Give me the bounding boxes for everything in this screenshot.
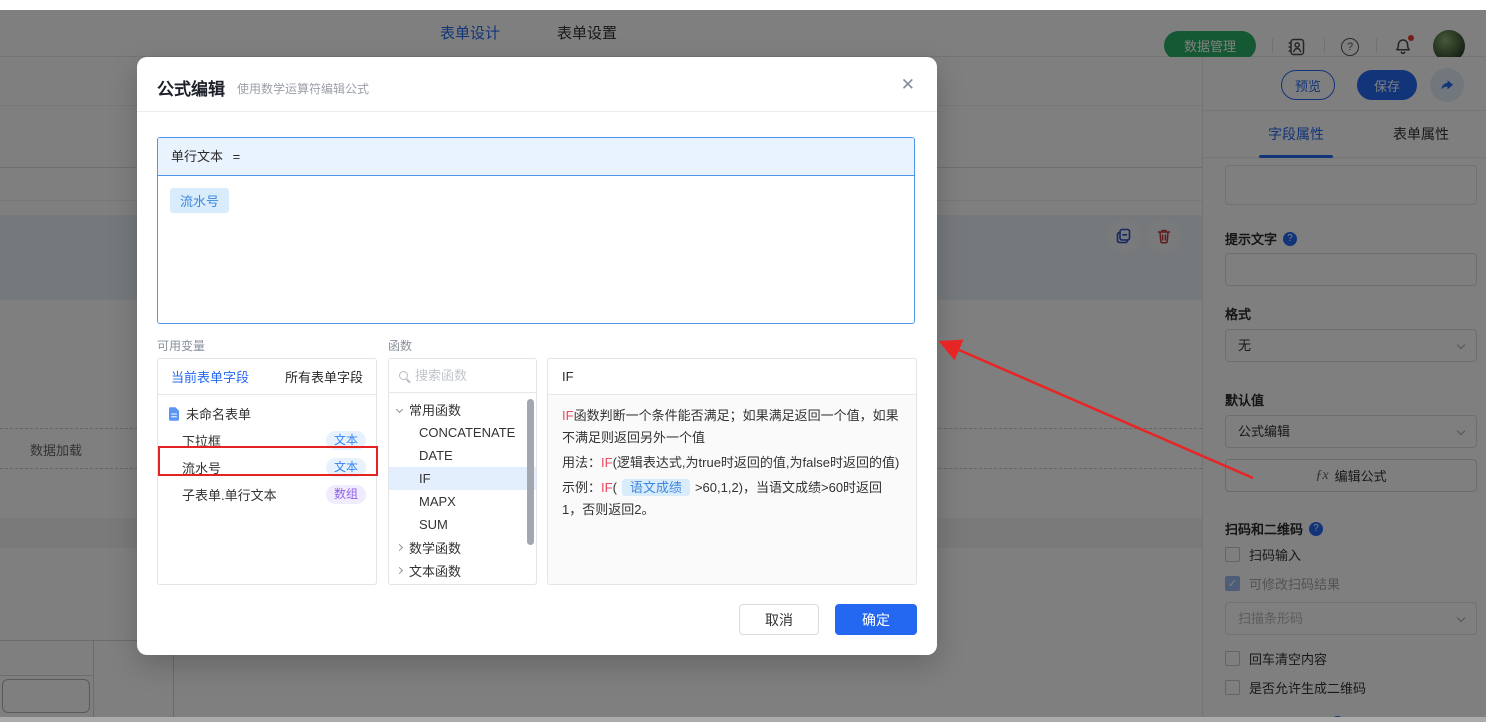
field-token: 语文成绩 [622,479,690,496]
document-icon [168,407,180,421]
caret-down-icon [396,406,403,413]
formula-token[interactable]: 流水号 [170,188,229,213]
search-icon [399,371,408,380]
variable-field-subform-text[interactable]: 子表单.单行文本 数组 [158,481,376,508]
functions-panel-label: 函数 [388,337,412,354]
type-badge: 文本 [326,458,366,477]
type-badge: 文本 [326,431,366,450]
variable-field-dropdown[interactable]: 下拉框 文本 [158,427,376,454]
variables-panel: 当前表单字段 所有表单字段 未命名表单 下拉框 文本 流水号 文本 子表单 [157,358,377,585]
function-detail-name: IF [548,359,916,395]
scrollbar-thumb[interactable] [527,399,534,545]
functions-panel: 常用函数 CONCATENATE DATE IF MAPX SUM 数学函数 文… [388,358,537,585]
formula-target-row: 单行文本 = [158,138,914,176]
tree-node-form[interactable]: 未命名表单 [158,400,376,427]
app-root: 表单设计 表单设置 数据管理 ? [0,0,1486,722]
function-group-math[interactable]: 数学函数 [389,536,536,559]
close-icon[interactable]: ✕ [901,76,915,93]
modal-title: 公式编辑 [157,75,225,100]
modal-subtitle: 使用数学运算符编辑公式 [237,80,369,97]
formula-editor-box[interactable]: 单行文本 = 流水号 [157,137,915,324]
confirm-button[interactable]: 确定 [835,604,917,635]
formula-editor-modal: 公式编辑 使用数学运算符编辑公式 ✕ 单行文本 = 流水号 可用变量 函数 当前… [137,57,937,655]
function-item-concatenate[interactable]: CONCATENATE [389,421,536,444]
function-item-if[interactable]: IF [389,467,536,490]
function-item-date[interactable]: DATE [389,444,536,467]
scrollbar-track[interactable] [0,717,1486,722]
tab-current-form-fields[interactable]: 当前表单字段 [171,367,249,386]
function-search-input[interactable] [415,368,510,383]
equals-sign: = [233,149,241,164]
function-group-common[interactable]: 常用函数 [389,398,536,421]
caret-right-icon [396,567,403,574]
function-search[interactable] [389,359,536,393]
variables-tabs: 当前表单字段 所有表单字段 [158,359,376,395]
function-group-text[interactable]: 文本函数 [389,559,536,582]
variables-panel-label: 可用变量 [157,337,205,354]
function-item-mapx[interactable]: MAPX [389,490,536,513]
cancel-button[interactable]: 取消 [739,604,819,635]
variable-field-serial-number[interactable]: 流水号 文本 [158,454,376,481]
function-detail-panel: IF IF函数判断一个条件能否满足；如果满足返回一个值，如果不满足则返回另外一个… [547,358,917,585]
type-badge: 数组 [326,485,366,504]
formula-body[interactable]: 流水号 [158,176,914,324]
function-detail-description: IF函数判断一个条件能否满足；如果满足返回一个值，如果不满足则返回另外一个值 用… [548,395,916,584]
formula-target: 单行文本 [171,149,223,164]
caret-right-icon [396,544,403,551]
function-item-sum[interactable]: SUM [389,513,536,536]
tab-all-form-fields[interactable]: 所有表单字段 [285,367,363,386]
modal-header: 公式编辑 使用数学运算符编辑公式 ✕ [137,57,937,112]
